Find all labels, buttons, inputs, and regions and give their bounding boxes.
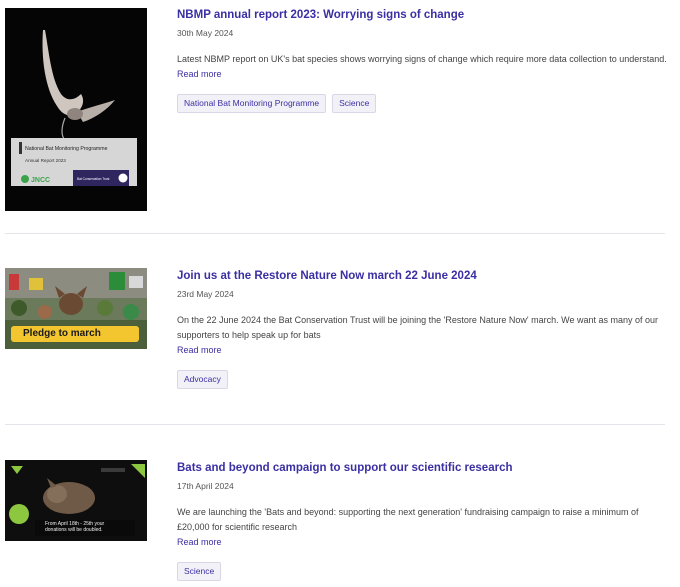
article-divider [5, 233, 665, 234]
bct-logo: Bat Conservation Trust [77, 177, 110, 181]
article-summary: Latest NBMP report on UK's bat species s… [177, 54, 667, 64]
tag-advocacy[interactable]: Advocacy [177, 370, 228, 389]
pledge-banner-text: Pledge to march [23, 328, 101, 339]
article-date: 17th April 2024 [177, 481, 234, 491]
cover-subtitle-text: Annual Report 2023 [25, 158, 66, 163]
tag-science[interactable]: Science [332, 94, 377, 113]
tag-list: Advocacy [177, 370, 672, 389]
bat-photo: National Bat Monitoring Programme Annual… [5, 8, 147, 211]
read-more-link[interactable]: Read more [177, 535, 672, 549]
article-divider [5, 424, 665, 425]
campaign-caption-line: donations will be doubled. [45, 527, 103, 533]
tag-list: National Bat Monitoring Programme Scienc… [177, 94, 672, 113]
article-date: 23rd May 2024 [177, 289, 234, 299]
article-title-link[interactable]: Join us at the Restore Nature Now march … [177, 269, 672, 284]
tag-science[interactable]: Science [177, 562, 222, 581]
read-more-link[interactable]: Read more [177, 343, 672, 357]
campaign-caption: From April 18th - 25th your donations wi… [45, 521, 104, 533]
cover-title-text: National Bat Monitoring Programme [25, 146, 108, 152]
article-thumbnail[interactable]: Pledge to march [5, 268, 147, 349]
read-more-link[interactable]: Read more [177, 67, 672, 81]
jncc-logo: JNCC [31, 177, 50, 184]
article-thumbnail[interactable]: From April 18th - 25th your donations wi… [5, 460, 147, 541]
tag-national-bat-monitoring-programme[interactable]: National Bat Monitoring Programme [177, 94, 327, 113]
article-date: 30th May 2024 [177, 28, 234, 38]
article-title-link[interactable]: NBMP annual report 2023: Worrying signs … [177, 8, 672, 23]
article-thumbnail[interactable]: National Bat Monitoring Programme Annual… [5, 8, 147, 211]
article-title-link[interactable]: Bats and beyond campaign to support our … [177, 461, 672, 476]
tag-list: Science [177, 562, 672, 581]
article-summary: We are launching the 'Bats and beyond: s… [177, 507, 639, 532]
article-summary: On the 22 June 2024 the Bat Conservation… [177, 315, 659, 340]
